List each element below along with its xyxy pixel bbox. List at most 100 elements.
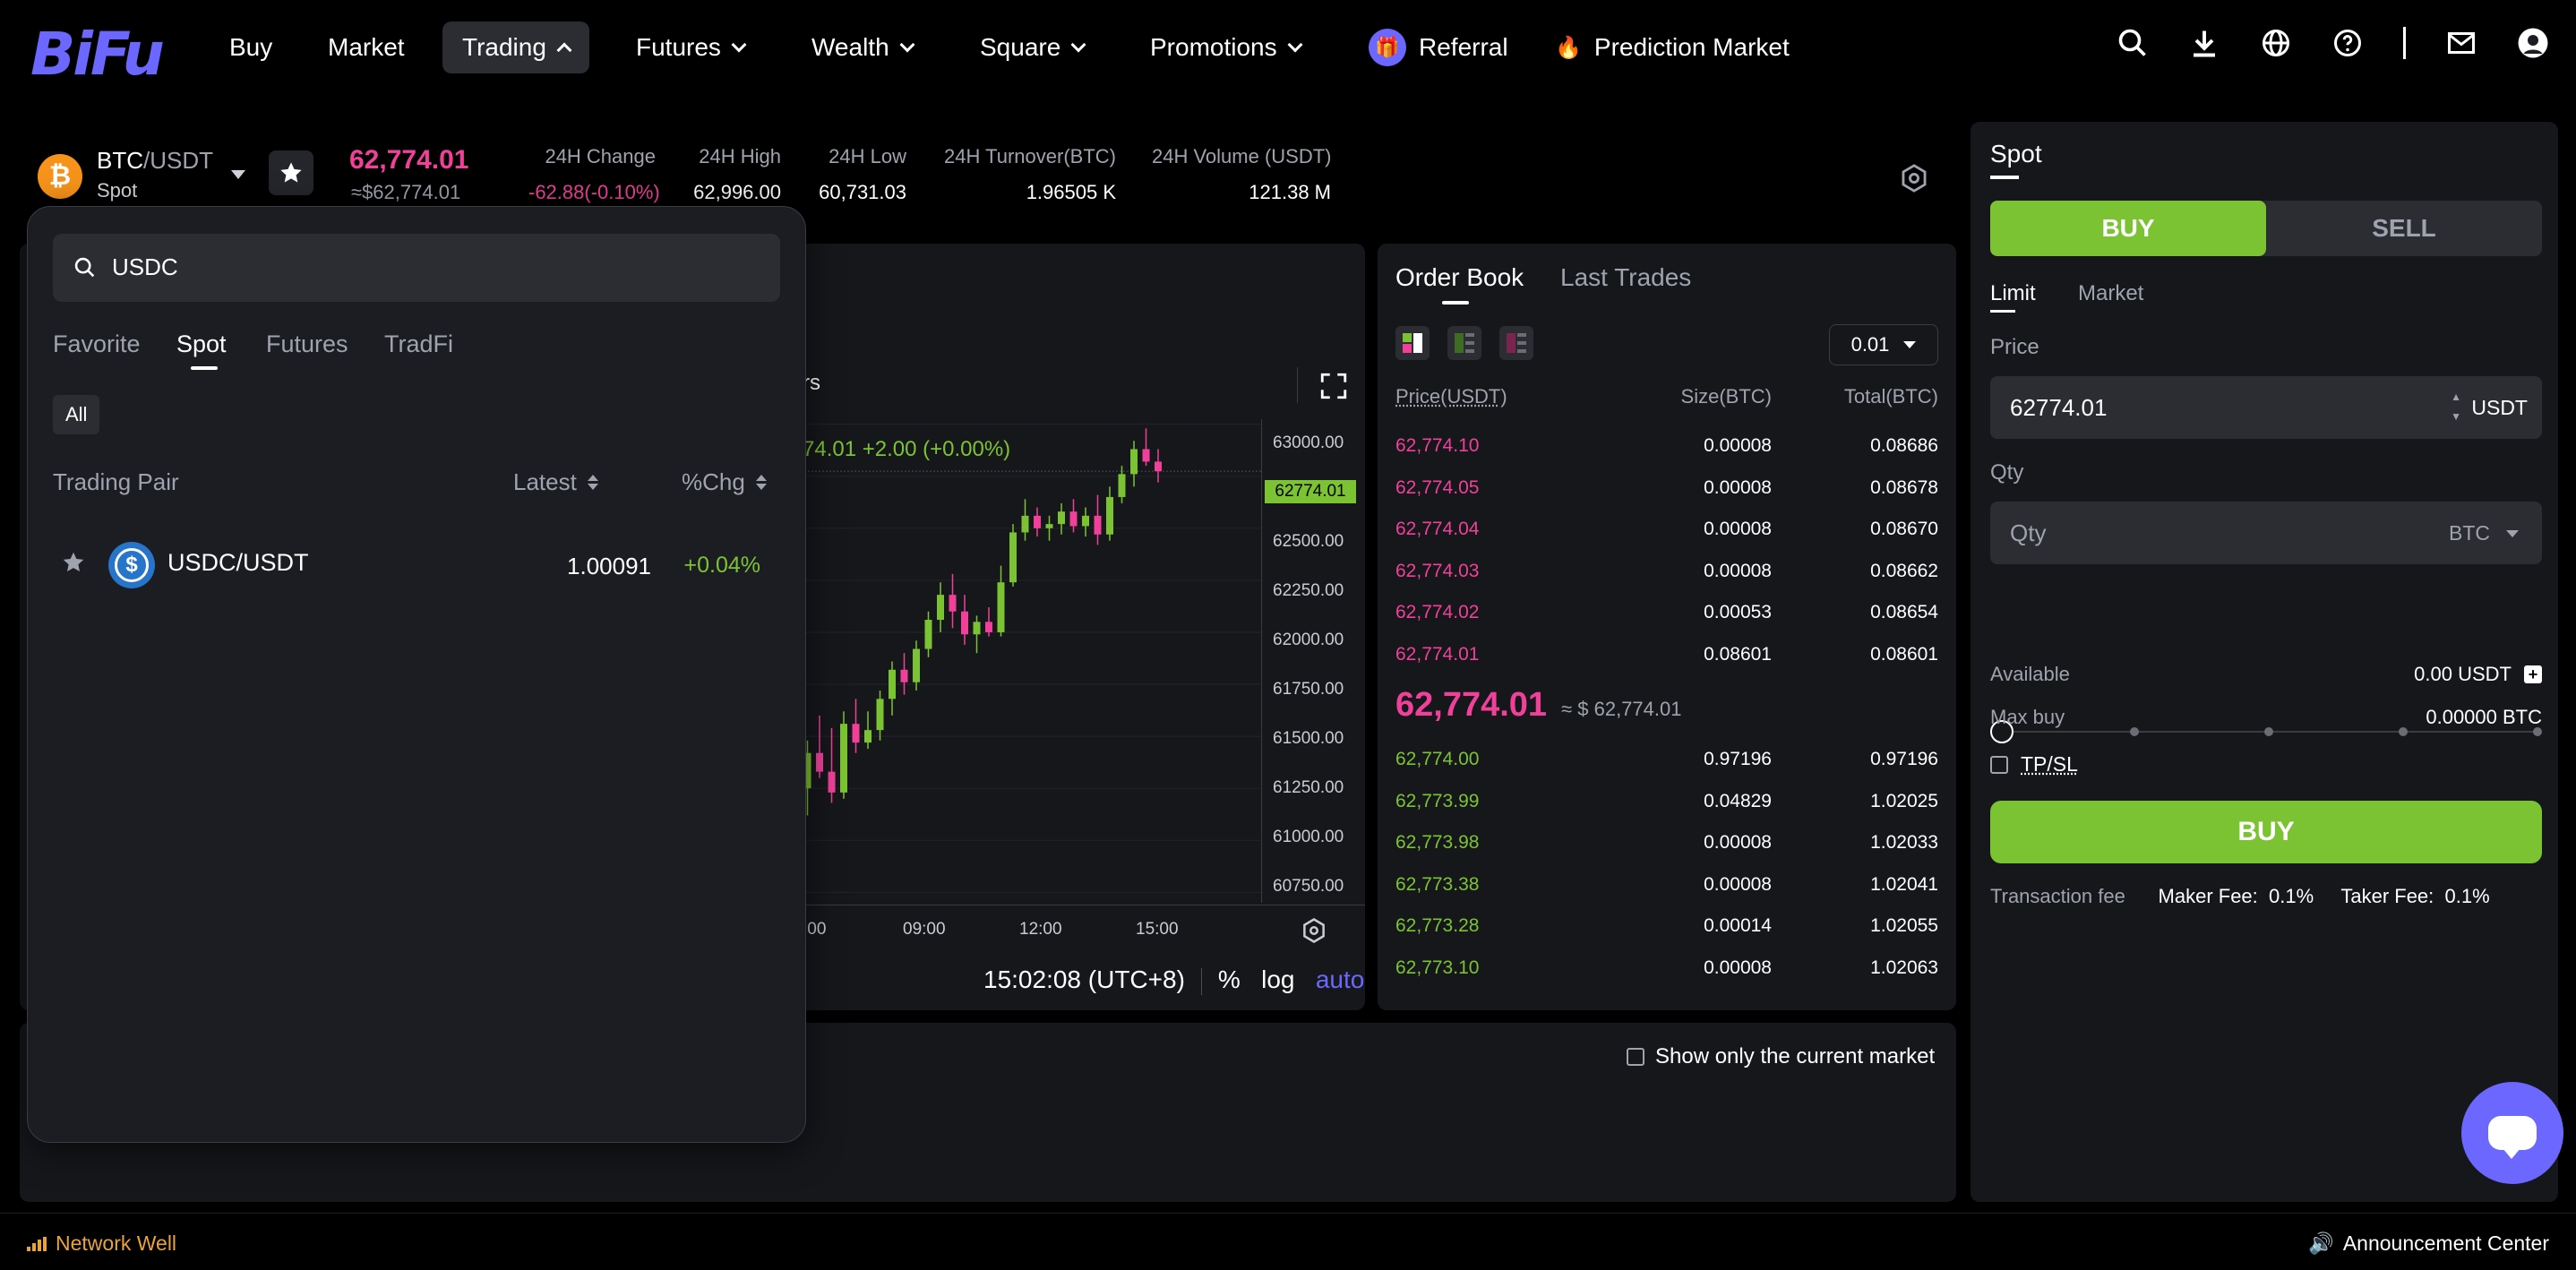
favorite-button[interactable] (269, 150, 313, 195)
row-size: 0.00008 (1704, 560, 1772, 581)
nav-buy[interactable]: Buy (229, 27, 272, 68)
row-price: 62,773.28 (1395, 915, 1480, 936)
row-size: 0.00053 (1704, 602, 1772, 622)
announce-label: Announcement Center (2342, 1231, 2549, 1255)
bid-row[interactable]: 62,773.10 0.00008 1.02063 (1395, 947, 1938, 988)
stat-value: -62.88(-0.10%) (528, 181, 660, 203)
auto-scale-toggle[interactable]: auto (1316, 965, 1365, 993)
bid-row[interactable]: 62,773.98 0.00008 1.02033 (1395, 821, 1938, 862)
search-field[interactable] (53, 234, 780, 302)
bid-row[interactable]: 62,773.99 0.04829 1.02025 (1395, 780, 1938, 821)
tab-limit[interactable]: Limit (1990, 281, 2036, 306)
available-value-wrap: 0.00 USDT + (2414, 663, 2542, 686)
nav-market[interactable]: Market (328, 27, 405, 68)
ask-row[interactable]: 62,774.01 0.08601 0.08601 (1395, 633, 1938, 674)
download-icon[interactable] (2188, 27, 2220, 59)
nav-square[interactable]: Square (980, 27, 1086, 68)
search-icon[interactable] (2117, 27, 2149, 59)
decrement-icon[interactable]: ▼ (2451, 407, 2461, 426)
ask-row[interactable]: 62,774.02 0.00053 0.08654 (1395, 591, 1938, 632)
ask-row[interactable]: 62,774.05 0.00008 0.08678 (1395, 467, 1938, 508)
qty-input[interactable] (2010, 519, 2368, 547)
nav-trading[interactable]: Trading (442, 21, 589, 73)
candle-body (1142, 449, 1150, 462)
increment-icon[interactable]: ▲ (2451, 387, 2461, 407)
nav-prediction-market[interactable]: 🔥 Prediction Market (1555, 27, 1790, 68)
checkbox-label: Show only the current market (1655, 1044, 1936, 1068)
tab-tradfi[interactable]: TradFi (384, 330, 453, 358)
nav-label: Prediction Market (1593, 33, 1790, 61)
caret-down-icon[interactable] (231, 170, 245, 179)
filter-all-chip[interactable]: All (53, 395, 100, 434)
candle-body (1009, 532, 1017, 583)
view-bids-icon[interactable] (1447, 326, 1481, 360)
star-icon (280, 162, 302, 183)
pair-selector[interactable]: BTC/USDT (97, 147, 213, 175)
tab-order-book[interactable]: Order Book (1395, 263, 1524, 292)
candle-body (840, 724, 847, 793)
price-field[interactable]: ▲▼ USDT (1990, 376, 2542, 439)
support-chat-button[interactable] (2461, 1082, 2563, 1184)
globe-icon[interactable] (2260, 27, 2292, 59)
brand-logo[interactable]: BiFu (30, 20, 165, 89)
buy-tab[interactable]: BUY (1990, 201, 2266, 256)
checkbox[interactable] (1990, 755, 2008, 774)
tpsl-toggle[interactable]: TP/SL (1990, 752, 2078, 777)
row-total: 0.08654 (1870, 602, 1938, 622)
avatar-icon[interactable] (2517, 27, 2549, 59)
ask-row[interactable]: 62,774.10 0.00008 0.08686 (1395, 425, 1938, 466)
tab-market[interactable]: Market (2078, 281, 2143, 306)
taker-fee-label: Taker Fee: (2340, 885, 2434, 907)
chart-settings-icon[interactable] (1301, 917, 1327, 944)
qty-unit-select[interactable]: BTC (2449, 521, 2519, 545)
precision-select[interactable]: 0.01 (1829, 324, 1938, 365)
stat-value: 60,731.03 (819, 181, 906, 203)
search-input[interactable] (112, 253, 739, 281)
tab-favorite[interactable]: Favorite (53, 330, 141, 358)
nav-wealth[interactable]: Wealth (811, 27, 915, 68)
nav-referral[interactable]: 🎁 Referral (1369, 27, 1508, 68)
signal-icon (27, 1236, 47, 1251)
view-both-icon[interactable] (1395, 326, 1430, 360)
candle-body (1021, 515, 1029, 533)
mail-icon[interactable] (2445, 27, 2477, 59)
row-total: 0.08662 (1870, 560, 1938, 581)
chart-clock[interactable]: 15:02:08 (UTC+8) (983, 965, 1185, 993)
limit-underline (1990, 310, 2015, 313)
list-item[interactable]: $ USDC/USDT 1.00091 +0.04% (53, 538, 780, 592)
help-icon[interactable] (2331, 27, 2364, 59)
show-current-market-toggle[interactable]: Show only the current market (1627, 1044, 1935, 1069)
tab-underline (191, 366, 218, 370)
log-scale-toggle[interactable]: log (1261, 965, 1294, 993)
bid-row[interactable]: 62,773.28 0.00014 1.02055 (1395, 905, 1938, 946)
buy-button[interactable]: BUY (1990, 801, 2542, 863)
bid-row[interactable]: 62,773.38 0.00008 1.02041 (1395, 863, 1938, 905)
candlestick-chart[interactable] (786, 414, 1261, 903)
announcement-center[interactable]: 🔊 Announcement Center (2308, 1231, 2549, 1256)
bid-row[interactable]: 62,774.00 0.97196 0.97196 (1395, 738, 1938, 779)
col-chg-sort[interactable]: %Chg (682, 468, 767, 496)
tab-spot[interactable]: Spot (176, 330, 227, 358)
price-input[interactable] (2010, 394, 2368, 422)
deposit-plus-icon[interactable]: + (2524, 665, 2542, 683)
percent-scale-toggle[interactable]: % (1218, 965, 1241, 993)
price-stepper[interactable]: ▲ ▼ (2451, 387, 2461, 426)
settings-icon[interactable] (1899, 163, 1929, 193)
time-axis[interactable]: :00 09:00 12:00 15:00 (786, 905, 1365, 940)
tab-last-trades[interactable]: Last Trades (1560, 263, 1691, 292)
nav-promotions[interactable]: Promotions (1150, 27, 1303, 68)
col-latest-sort[interactable]: Latest (513, 468, 598, 496)
sell-tab[interactable]: SELL (2266, 201, 2542, 256)
usdc-coin-icon: $ (108, 542, 155, 588)
qty-field[interactable]: BTC (1990, 502, 2542, 564)
y-tick: 61250.00 (1273, 778, 1344, 797)
view-asks-icon[interactable] (1499, 326, 1533, 360)
ask-row[interactable]: 62,774.04 0.00008 0.08670 (1395, 508, 1938, 549)
tab-futures[interactable]: Futures (266, 330, 348, 358)
fullscreen-icon[interactable] (1318, 371, 1349, 401)
ask-row[interactable]: 62,774.03 0.00008 0.08662 (1395, 550, 1938, 591)
checkbox[interactable] (1627, 1048, 1644, 1066)
star-icon[interactable] (60, 549, 87, 576)
y-tick: 62500.00 (1273, 532, 1344, 551)
nav-futures[interactable]: Futures (636, 27, 747, 68)
